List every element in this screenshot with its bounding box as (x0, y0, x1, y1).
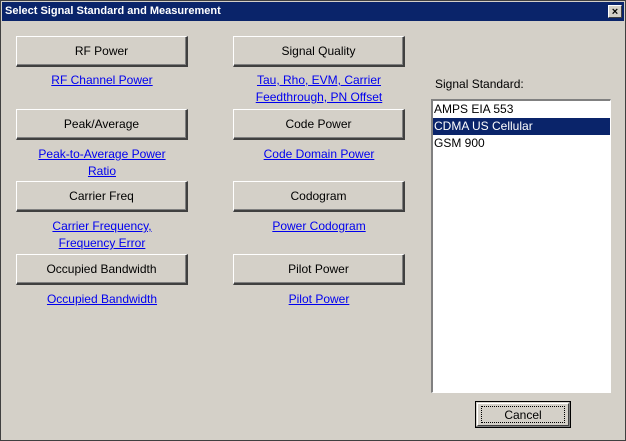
codogram-button[interactable]: Codogram (233, 181, 405, 212)
peak-to-average-link-line2: Ratio (87, 164, 116, 178)
carrier-frequency-link[interactable]: Carrier Frequency, Frequency Error (16, 218, 188, 252)
signal-quality-link-line1: Tau, Rho, EVM, Carrier (256, 73, 382, 87)
rf-channel-power-link[interactable]: RF Channel Power (16, 72, 188, 89)
signal-standard-listbox[interactable]: AMPS EIA 553 CDMA US Cellular GSM 900 (431, 99, 611, 393)
code-power-button-label: Code Power (285, 117, 352, 131)
codogram-button-label: Codogram (290, 189, 347, 203)
list-item[interactable]: AMPS EIA 553 (433, 101, 610, 118)
close-icon: × (611, 6, 619, 18)
signal-quality-button[interactable]: Signal Quality (233, 36, 405, 67)
occupied-bandwidth-button[interactable]: Occupied Bandwidth (16, 254, 188, 285)
rf-power-button[interactable]: RF Power (16, 36, 188, 67)
carrier-freq-button-label: Carrier Freq (69, 189, 134, 203)
pilot-power-button[interactable]: Pilot Power (233, 254, 405, 285)
peak-to-average-link[interactable]: Peak-to-Average Power Ratio (16, 146, 188, 180)
title-bar: Select Signal Standard and Measurement × (2, 2, 624, 21)
select-signal-dialog: Select Signal Standard and Measurement ×… (0, 0, 626, 441)
cancel-button[interactable]: Cancel (475, 401, 571, 428)
carrier-frequency-link-line2: Frequency Error (58, 236, 146, 250)
carrier-freq-button[interactable]: Carrier Freq (16, 181, 188, 212)
dialog-title: Select Signal Standard and Measurement (5, 5, 221, 17)
signal-standard-label: Signal Standard: (435, 77, 524, 91)
peak-average-button-label: Peak/Average (63, 117, 140, 131)
occupied-bandwidth-link[interactable]: Occupied Bandwidth (16, 291, 188, 308)
carrier-frequency-link-line1: Carrier Frequency, (52, 219, 152, 233)
code-power-button[interactable]: Code Power (233, 109, 405, 140)
list-item[interactable]: GSM 900 (433, 135, 610, 152)
signal-quality-link[interactable]: Tau, Rho, EVM, Carrier Feedthrough, PN O… (223, 72, 415, 106)
signal-quality-button-label: Signal Quality (281, 44, 356, 58)
power-codogram-link[interactable]: Power Codogram (233, 218, 405, 235)
cancel-button-label: Cancel (504, 407, 542, 422)
peak-to-average-link-line1: Peak-to-Average Power (38, 147, 166, 161)
signal-quality-link-line2: Feedthrough, PN Offset (255, 90, 383, 104)
close-button[interactable]: × (608, 5, 622, 18)
rf-power-button-label: RF Power (74, 44, 129, 58)
occupied-bandwidth-button-label: Occupied Bandwidth (46, 262, 157, 276)
peak-average-button[interactable]: Peak/Average (16, 109, 188, 140)
list-item-selected[interactable]: CDMA US Cellular (433, 118, 610, 135)
pilot-power-button-label: Pilot Power (288, 262, 349, 276)
pilot-power-link[interactable]: Pilot Power (233, 291, 405, 308)
code-domain-power-link[interactable]: Code Domain Power (233, 146, 405, 163)
